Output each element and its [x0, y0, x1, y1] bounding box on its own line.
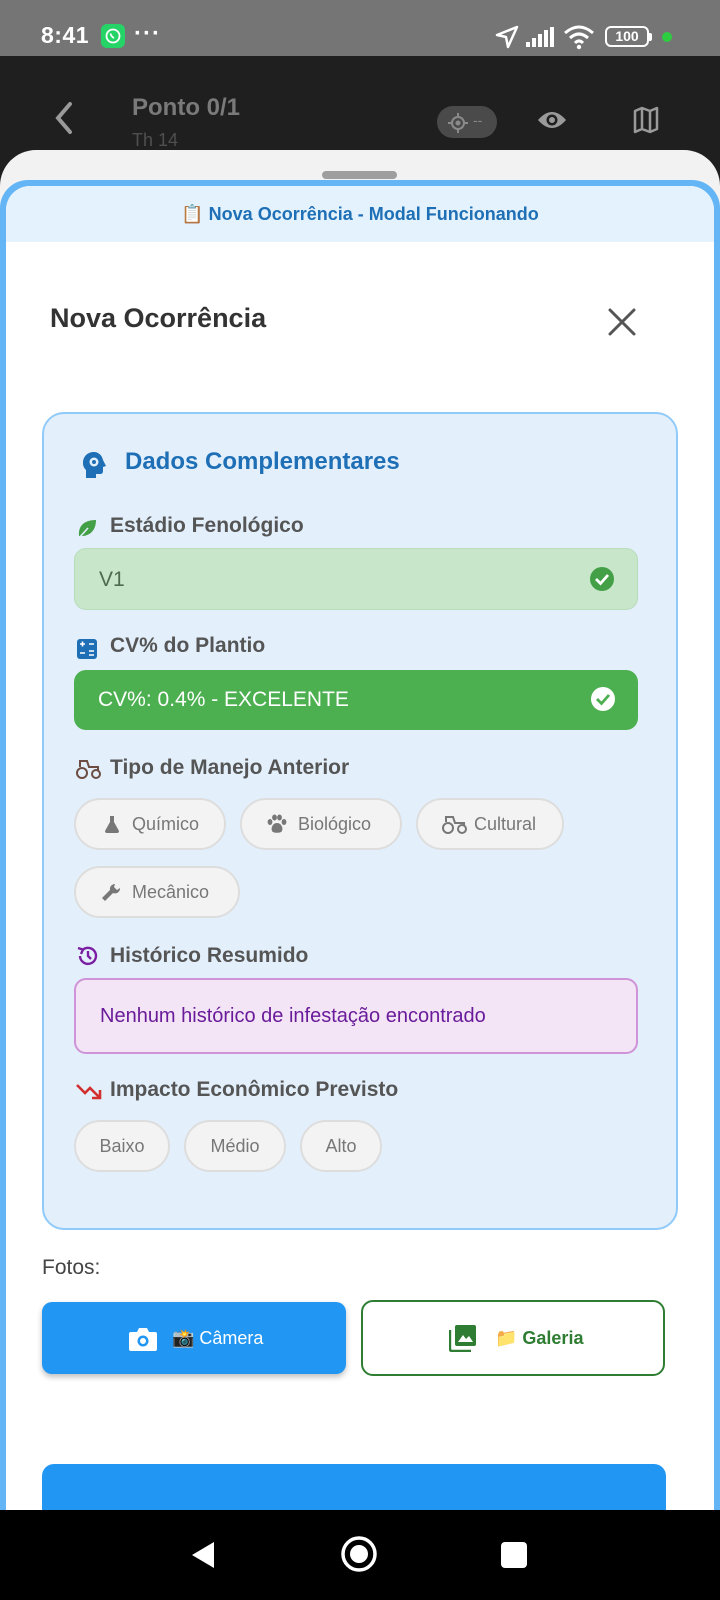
gps-target-icon [448, 113, 468, 133]
head-gear-icon [83, 452, 106, 478]
modal-title: Nova Ocorrência [50, 303, 267, 333]
status-time: 8:41 [41, 22, 90, 48]
battery-indicator: 100 [605, 26, 652, 47]
management-label: Tipo de Manejo Anterior [110, 756, 350, 779]
check-circle-icon [591, 687, 615, 711]
privacy-indicator-dot [662, 32, 672, 42]
phenology-label: Estádio Fenológico [110, 514, 304, 537]
chip-quimico[interactable]: Químico [74, 798, 226, 850]
photo-library-icon [449, 1325, 476, 1352]
chip-medio[interactable]: Médio [184, 1120, 286, 1172]
chip-cultural[interactable]: Cultural [416, 798, 564, 850]
tractor-icon [442, 816, 467, 834]
gps-status-pill[interactable]: -- [437, 106, 497, 138]
nav-home-icon[interactable] [340, 1535, 378, 1573]
cv-field[interactable]: CV%: 0.4% - EXCELENTE [74, 670, 638, 730]
complementary-data-card: Dados Complementares Estádio Fenológico … [42, 412, 678, 1230]
wrench-icon [102, 883, 121, 901]
status-bar: 8:41 ··· 100 [0, 0, 720, 56]
drag-handle[interactable] [322, 171, 397, 179]
phenology-field[interactable]: V1 [74, 548, 638, 610]
paw-icon [267, 814, 287, 833]
camera-button[interactable]: 📸 Câmera [42, 1302, 346, 1374]
gallery-label: 📁 Galeria [495, 1328, 584, 1348]
chip-label: Biológico [298, 814, 372, 834]
phenology-value: V1 [99, 568, 125, 591]
nav-recents-icon[interactable] [501, 1542, 527, 1568]
history-label: Histórico Resumido [110, 944, 309, 967]
submit-button[interactable] [42, 1464, 666, 1510]
sheet-content: 📋 Nova Ocorrência - Modal Funcionando No… [6, 186, 714, 1510]
navigation-bar [0, 1510, 720, 1600]
calculator-icon [77, 639, 97, 659]
whatsapp-notification-icon [101, 24, 125, 48]
more-notifications-icon: ··· [134, 20, 161, 47]
gallery-button[interactable]: 📁 Galeria [361, 1300, 665, 1376]
page-subtitle: Th 14 [132, 130, 179, 150]
chip-baixo[interactable]: Baixo [74, 1120, 170, 1172]
chip-label: Químico [132, 814, 200, 834]
trending-down-icon [76, 1084, 102, 1100]
page-title: Ponto 0/1 [132, 94, 241, 121]
camera-icon [129, 1328, 157, 1351]
location-icon [495, 25, 519, 49]
impact-label: Impacto Econômico Previsto [110, 1078, 399, 1101]
chip-label: Cultural [474, 814, 537, 834]
chip-biologico[interactable]: Biológico [240, 798, 402, 850]
tractor-icon [76, 760, 101, 779]
signal-icon [526, 27, 554, 47]
nav-back-icon[interactable] [190, 1540, 218, 1570]
leaf-icon [78, 520, 96, 539]
history-field: Nenhum histórico de infestação encontrad… [74, 978, 638, 1054]
chip-label: Mecânico [132, 882, 210, 902]
photos-label: Fotos: [42, 1256, 101, 1279]
history-icon [77, 946, 98, 965]
bottom-sheet: 📋 Nova Ocorrência - Modal Funcionando No… [0, 180, 720, 1510]
card-title: Dados Complementares [125, 448, 400, 475]
chip-alto[interactable]: Alto [300, 1120, 382, 1172]
status-banner: 📋 Nova Ocorrência - Modal Funcionando [6, 186, 714, 242]
gps-accuracy-text: -- [473, 112, 483, 128]
back-arrow-icon[interactable] [50, 100, 78, 136]
eye-icon[interactable] [536, 108, 568, 132]
chip-mecanico[interactable]: Mecânico [74, 866, 240, 918]
check-circle-icon [590, 567, 614, 591]
map-icon[interactable] [632, 106, 660, 134]
cv-label: CV% do Plantio [110, 634, 266, 657]
cv-value: CV%: 0.4% - EXCELENTE [98, 688, 349, 711]
close-icon[interactable] [606, 306, 638, 338]
wifi-icon [564, 25, 594, 50]
camera-label: 📸 Câmera [172, 1328, 264, 1348]
flask-icon [105, 816, 119, 833]
